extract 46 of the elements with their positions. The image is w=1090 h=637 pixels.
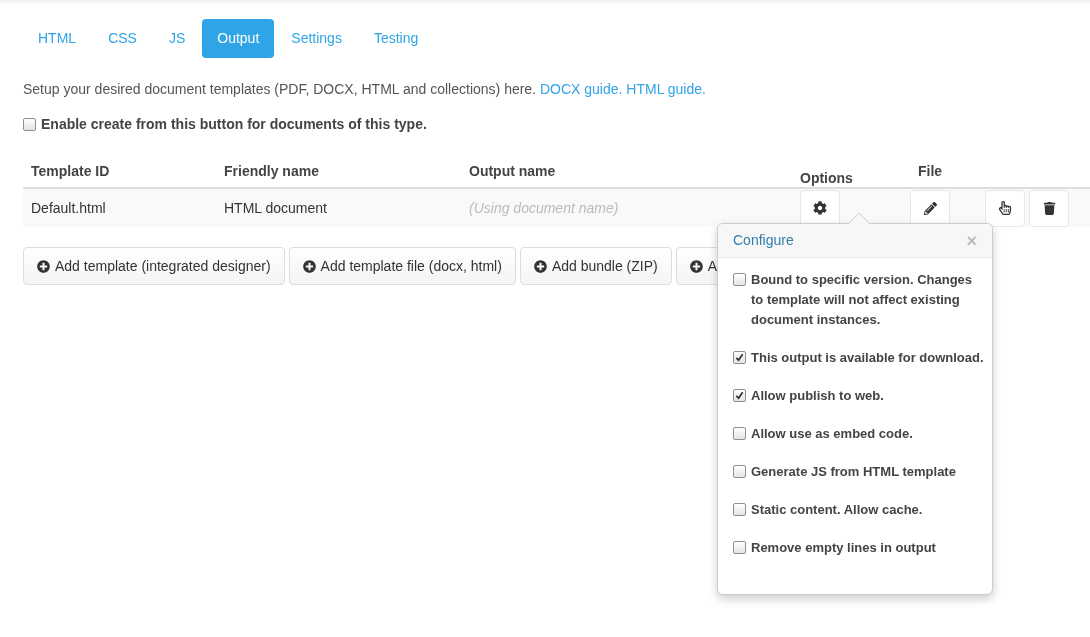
option-label: Bound to specific version. Changes to template will not affect existing document instances. [751,271,974,329]
tab[interactable]: Settings [276,19,357,58]
intro-text: Setup your desired document templates (PDF, DOCX, HTML and collections) here. DOCX guide. HTML guide. [23,80,707,99]
add-button[interactable]: Add template file (docx, html) [288,247,516,285]
delete-button[interactable] [1029,189,1069,227]
table-cell-text: Default.html [30,198,107,218]
option-label: Allow publish to web. [751,387,884,405]
column-header: Template ID [30,162,111,181]
tab[interactable]: Testing [358,19,434,58]
add-button[interactable]: Add template (integrated designer) [23,247,285,285]
hand-pointer-icon [998,201,1012,215]
checkbox[interactable] [733,541,746,554]
option-label: Remove empty lines in output [751,539,936,557]
checkbox[interactable] [23,118,36,131]
checkbox[interactable] [733,503,746,516]
select-button[interactable] [985,189,1025,227]
option-label: Generate JS from HTML template [751,463,956,481]
guide-link[interactable]: HTML guide. [626,81,706,97]
checkbox[interactable] [733,351,746,364]
guide-link[interactable]: DOCX guide. [539,81,623,97]
popover-title: Configure [733,231,794,250]
checkmark-icon [735,353,744,362]
column-header: Options [799,169,854,187]
add-button[interactable]: Add bundle (ZIP) [519,247,672,285]
table-cell-text: HTML document [223,198,328,218]
tab[interactable]: HTML [23,19,92,58]
column-header: Friendly name [223,162,320,181]
column-header: File [917,162,943,181]
output-name-field[interactable]: (Using document name) [469,197,769,219]
checkbox[interactable] [733,465,746,478]
option-label: This output is available for download. [751,349,984,367]
trash-icon [1042,201,1056,215]
checkbox[interactable] [733,273,746,286]
close-button[interactable]: × [966,231,977,250]
checkmark-icon [735,391,744,400]
column-header: Output name [468,162,557,181]
option-label: Allow use as embed code. [751,425,913,443]
pencil-icon [923,201,937,215]
settings-icon [813,201,827,215]
tab[interactable]: JS [153,19,201,58]
option-label: Static content. Allow cache. [751,501,923,519]
tab[interactable]: CSS [93,19,152,58]
tab[interactable]: Output [202,19,275,58]
enable-label: Enable create from this button for documents of this type. [41,115,427,134]
checkbox[interactable] [733,427,746,440]
checkbox[interactable] [733,389,746,402]
